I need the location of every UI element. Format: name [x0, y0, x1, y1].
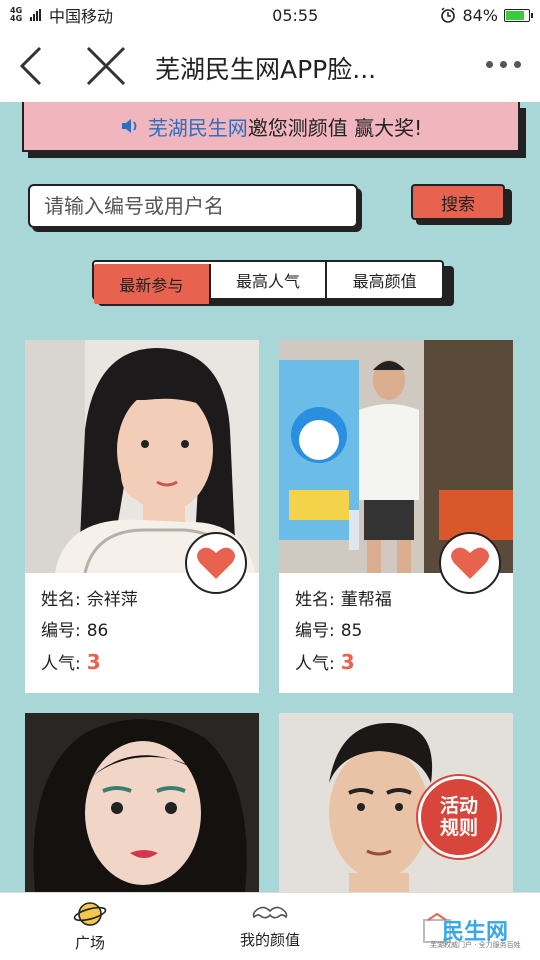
search-button[interactable]: 搜索 [411, 184, 505, 220]
sort-tabs: 最新参与 最高人气 最高颜值 [92, 260, 444, 304]
dot-icon [514, 60, 521, 68]
heart-icon [451, 547, 489, 579]
planet-icon [73, 902, 107, 926]
dot-icon [500, 60, 507, 68]
popularity-label: 人气: [295, 654, 335, 674]
tab-popular[interactable]: 最高人气 [210, 262, 328, 298]
id-row: 编号: 85 [295, 616, 513, 647]
contestant-card[interactable]: 姓名: 佘祥萍 编号: 86 人气: 3 [25, 340, 259, 693]
popularity-value: 3 [86, 650, 101, 674]
contestant-card[interactable]: 姓名: 董帮福 编号: 85 人气: 3 [279, 340, 513, 693]
status-bar: 4G 4G 中国移动 05:55 84% [0, 0, 540, 30]
dot-icon [486, 60, 493, 68]
popularity-row: 人气: 3 [41, 647, 259, 680]
nav-bar: 芜湖民生网APP脸... [0, 30, 540, 102]
tab-square[interactable]: 广场 [0, 893, 180, 960]
tab-my-score[interactable]: 我的颜值 [180, 893, 360, 960]
rules-line1: 活动 [439, 795, 478, 817]
carrier-name: 中国移动 [49, 7, 114, 26]
popularity-row: 人气: 3 [295, 647, 513, 680]
like-button[interactable] [185, 532, 247, 594]
mustache-icon [252, 906, 288, 919]
id-label: 编号: [41, 621, 81, 641]
tab-square-label: 广场 [74, 934, 105, 952]
battery-icon [504, 8, 533, 22]
tab-latest[interactable]: 最新参与 [94, 264, 211, 304]
signal-icon [30, 9, 41, 21]
contestant-name: 佘祥萍 [86, 590, 138, 610]
portrait-image [25, 713, 259, 893]
back-button[interactable] [14, 44, 54, 88]
popularity-value: 3 [340, 650, 355, 674]
alarm-icon [441, 7, 456, 23]
activity-rules-button[interactable]: 活动 规则 [418, 776, 500, 858]
banner-text: 邀您测颜值 赢大奖! [247, 115, 423, 140]
page-title: 芜湖民生网APP脸... [155, 55, 377, 84]
contestant-id: 85 [340, 621, 363, 641]
id-label: 编号: [295, 621, 335, 641]
more-button[interactable] [486, 52, 526, 76]
name-label: 姓名: [41, 590, 81, 610]
contestant-name: 董帮福 [340, 590, 392, 610]
watermark-subtitle: 芜湖权威门户 · 全力服务百姓 [430, 941, 521, 949]
rules-line2: 规则 [439, 817, 478, 839]
contestant-photo[interactable] [25, 713, 259, 893]
clock: 05:55 [272, 5, 319, 25]
popularity-label: 人气: [41, 654, 81, 674]
contestant-card[interactable] [25, 713, 259, 893]
close-button[interactable] [84, 44, 128, 88]
contestant-id: 86 [86, 621, 109, 641]
heart-icon [197, 547, 235, 579]
like-button[interactable] [439, 532, 501, 594]
network-indicator: 4G 4G [10, 6, 23, 23]
search-input[interactable] [28, 184, 358, 228]
battery-percent: 84% [462, 5, 498, 25]
promo-banner: 芜湖民生网 邀您测颜值 赢大奖! [22, 102, 520, 152]
id-row: 编号: 86 [41, 616, 259, 647]
tab-beauty[interactable]: 最高颜值 [327, 262, 443, 298]
close-icon [86, 46, 126, 86]
tab-my-score-label: 我的颜值 [239, 931, 300, 949]
chevron-left-icon [19, 46, 42, 86]
site-watermark: 民生网 芜湖权威门户 · 全力服务百姓 [420, 912, 530, 958]
name-label: 姓名: [295, 590, 335, 610]
banner-brand: 芜湖民生网 [147, 115, 248, 140]
speaker-icon [121, 119, 137, 133]
